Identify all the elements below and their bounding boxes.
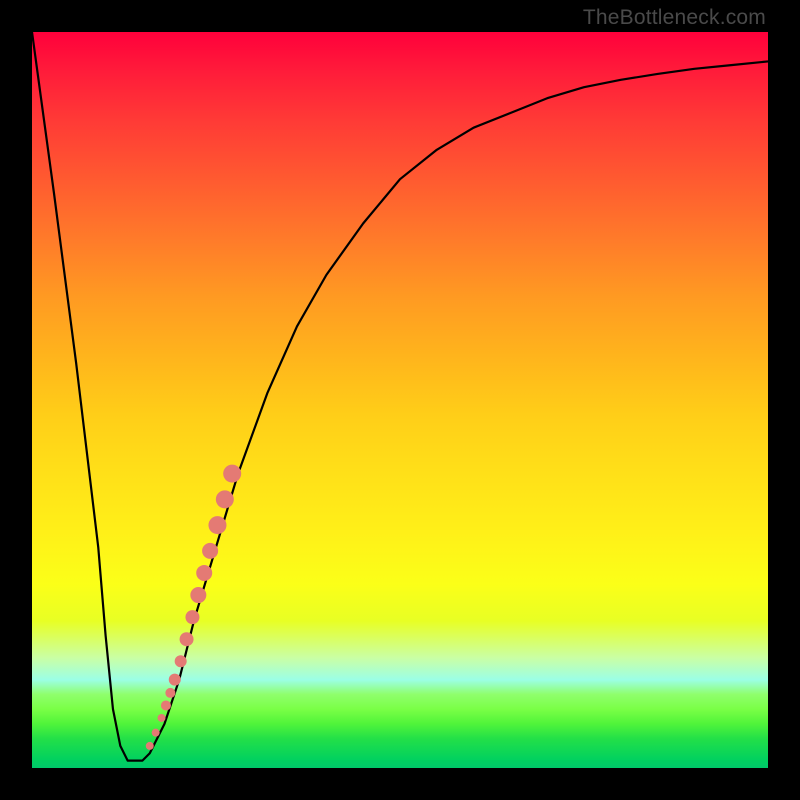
chart-svg [32, 32, 768, 768]
dot-15 [223, 465, 241, 483]
dot-8 [180, 632, 194, 646]
dot-11 [196, 565, 212, 581]
dot-10 [190, 587, 206, 603]
chart-plot-area [32, 32, 768, 768]
dot-9 [185, 610, 199, 624]
attribution-text: TheBottleneck.com [583, 6, 766, 30]
dot-4 [161, 700, 171, 710]
dot-1 [146, 742, 154, 750]
dot-12 [202, 543, 218, 559]
dot-14 [216, 490, 234, 508]
dot-13 [208, 516, 226, 534]
dot-6 [169, 674, 181, 686]
dot-3 [158, 714, 166, 722]
bottleneck-curve [32, 32, 768, 761]
dot-7 [175, 655, 187, 667]
dot-2 [152, 729, 160, 737]
dot-5 [165, 688, 175, 698]
data-points [146, 465, 241, 750]
chart-frame: TheBottleneck.com [0, 0, 800, 800]
